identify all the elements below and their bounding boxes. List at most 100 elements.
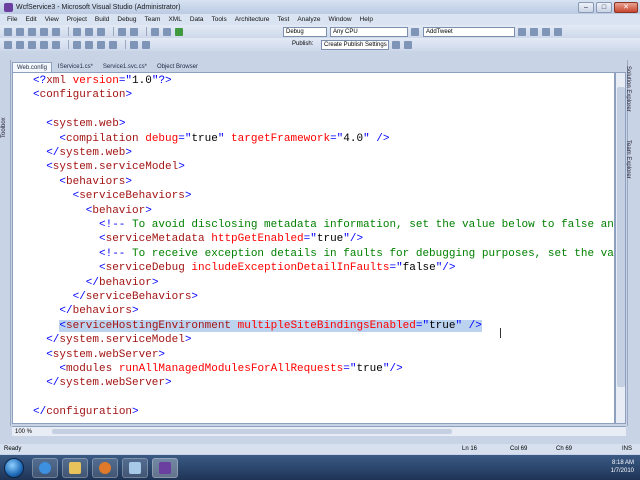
xml-schema-icon[interactable]	[130, 40, 138, 49]
code-line[interactable]: <system.webServer>	[46, 348, 165, 362]
copy-icon[interactable]	[85, 27, 93, 36]
code-line[interactable]: </system.web>	[46, 146, 132, 160]
uncomment-icon[interactable]	[52, 40, 60, 49]
find-icon[interactable]	[411, 27, 419, 36]
navigate-back-icon[interactable]	[151, 27, 159, 36]
menu-project[interactable]: Project	[63, 16, 91, 23]
menu-debug[interactable]: Debug	[113, 16, 140, 23]
start-debugging-icon[interactable]	[175, 27, 183, 36]
next-bookmark-icon[interactable]	[97, 40, 105, 49]
platform-select[interactable]: Any CPU	[330, 26, 408, 37]
menu-team[interactable]: Team	[141, 16, 165, 23]
properties-icon[interactable]	[530, 27, 538, 36]
tab-service1-svc[interactable]: Service1.svc.cs*	[99, 62, 151, 72]
code-line[interactable]: <!-- To avoid disclosing metadata inform…	[99, 218, 614, 232]
menu-build[interactable]: Build	[91, 16, 113, 23]
code-token: serviceBehaviors	[85, 291, 192, 303]
code-line[interactable]: <compilation debug="true" targetFramewor…	[59, 132, 389, 146]
taskbar-media-player[interactable]	[92, 457, 118, 478]
code-line[interactable]: <system.web>	[46, 117, 125, 131]
menu-xml[interactable]: XML	[164, 16, 185, 23]
save-all-icon[interactable]	[52, 27, 60, 36]
one-click-publish-icon[interactable]	[404, 40, 412, 49]
open-file-icon[interactable]	[28, 27, 36, 36]
menu-file[interactable]: File	[3, 16, 21, 23]
clear-bookmarks-icon[interactable]	[109, 40, 117, 49]
code-line[interactable]: <serviceDebug includeExceptionDetailInFa…	[99, 261, 456, 275]
taskbar-ie[interactable]	[32, 457, 58, 478]
start-button[interactable]	[4, 457, 24, 478]
code-line[interactable]: <serviceMetadata httpGetEnabled="true"/>	[99, 232, 363, 246]
code-line[interactable]: </serviceBehaviors>	[73, 290, 198, 304]
toolbox-panel-tab[interactable]: Toolbox	[0, 60, 11, 426]
solution-explorer-icon[interactable]	[518, 27, 526, 36]
code-line[interactable]: <system.serviceModel>	[46, 160, 185, 174]
cut-icon[interactable]	[73, 27, 81, 36]
zoom-level[interactable]: 100 %	[12, 429, 42, 435]
xslt-icon[interactable]	[142, 40, 150, 49]
toolbox-icon[interactable]	[554, 27, 562, 36]
tab-web-config[interactable]: Web.config	[12, 62, 52, 72]
menu-view[interactable]: View	[41, 16, 63, 23]
find-combo[interactable]: AddTweet	[423, 26, 515, 37]
menu-edit[interactable]: Edit	[21, 16, 40, 23]
tab-iservice1[interactable]: IService1.cs*	[54, 62, 97, 72]
indent-icon[interactable]	[16, 40, 24, 49]
menu-architecture[interactable]: Architecture	[231, 16, 274, 23]
menu-analyze[interactable]: Analyze	[293, 16, 324, 23]
taskbar-paint[interactable]	[122, 457, 148, 478]
configuration-select[interactable]: Debug	[283, 26, 327, 37]
menu-help[interactable]: Help	[356, 16, 377, 23]
undo-icon[interactable]	[118, 27, 126, 36]
bookmark-icon[interactable]	[73, 40, 81, 49]
code-line[interactable]: </system.webServer>	[46, 376, 171, 390]
outdent-icon[interactable]	[28, 40, 36, 49]
menu-data[interactable]: Data	[186, 16, 208, 23]
code-line[interactable]: </system.serviceModel>	[46, 333, 191, 347]
close-button[interactable]: ✕	[614, 1, 638, 13]
code-line[interactable]: </behaviors>	[59, 304, 138, 318]
code-line[interactable]: <?xml version="1.0"?>	[33, 74, 172, 88]
publish-settings-select[interactable]: Create Publish Settings	[321, 39, 389, 50]
code-line[interactable]: <!-- To receive exception details in fau…	[99, 247, 614, 261]
save-icon[interactable]	[40, 27, 48, 36]
maximize-button[interactable]: □	[596, 1, 612, 13]
new-project-icon[interactable]	[4, 27, 12, 36]
menu-test[interactable]: Test	[273, 16, 293, 23]
code-line[interactable]: <modules runAllManagedModulesForAllReque…	[59, 362, 402, 376]
horizontal-scroll-thumb[interactable]	[52, 429, 452, 434]
system-clock[interactable]: 8:18 AM 1/7/2010	[611, 459, 634, 475]
code-line[interactable]: </behavior>	[86, 276, 159, 290]
format-icon[interactable]	[4, 40, 12, 49]
vertical-scrollbar[interactable]	[615, 72, 626, 424]
code-token: </	[46, 377, 60, 390]
code-line[interactable]: <behaviors>	[59, 175, 132, 189]
minimize-button[interactable]: –	[578, 1, 594, 13]
code-line[interactable]: <serviceBehaviors>	[73, 189, 192, 203]
window-title: WcfService3 - Microsoft Visual Studio (A…	[16, 3, 181, 11]
redo-icon[interactable]	[130, 27, 138, 36]
code-line[interactable]: </configuration>	[33, 405, 139, 419]
code-token: system.serviceModel	[52, 161, 179, 174]
comment-icon[interactable]	[40, 40, 48, 49]
code-token: >	[145, 204, 152, 217]
publish-web-icon[interactable]	[392, 40, 400, 49]
menu-tools[interactable]: Tools	[208, 16, 231, 23]
code-token: >	[132, 305, 139, 318]
vertical-scroll-thumb[interactable]	[617, 87, 625, 387]
code-line[interactable]: <behavior>	[86, 204, 152, 218]
object-browser-icon[interactable]	[542, 27, 550, 36]
taskbar-explorer[interactable]	[62, 457, 88, 478]
code-token: <	[33, 89, 40, 102]
prev-bookmark-icon[interactable]	[85, 40, 93, 49]
code-token: includeExceptionDetailInFaults	[184, 262, 390, 275]
code-editor[interactable]: <?xml version="1.0"?> <configuration> <sys…	[12, 72, 615, 424]
add-item-icon[interactable]	[16, 27, 24, 36]
navigate-forward-icon[interactable]	[163, 27, 171, 36]
menu-window[interactable]: Window	[324, 16, 355, 23]
taskbar-visual-studio[interactable]	[152, 457, 178, 478]
code-line[interactable]: <configuration>	[33, 88, 132, 102]
tab-object-browser[interactable]: Object Browser	[153, 62, 202, 72]
paste-icon[interactable]	[97, 27, 105, 36]
code-line[interactable]: <serviceHostingEnvironment multipleSiteB…	[59, 319, 482, 333]
